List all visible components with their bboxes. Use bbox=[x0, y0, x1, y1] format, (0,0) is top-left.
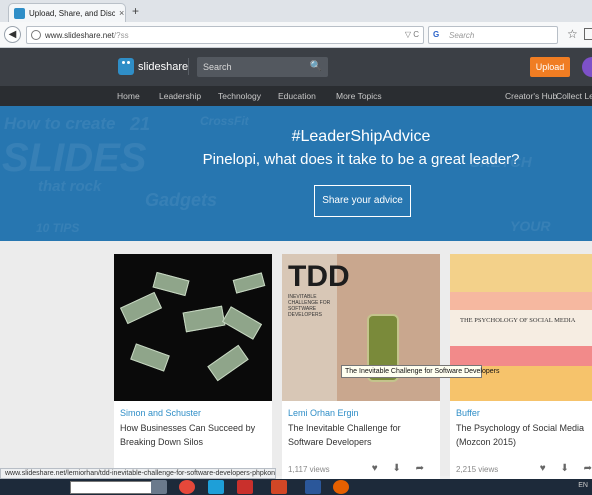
slideshare-favicon-icon bbox=[14, 7, 25, 19]
taskbar-search-input[interactable] bbox=[70, 481, 152, 494]
site-search-input[interactable]: Search 🔍 bbox=[197, 57, 328, 77]
hero-bg-word: CrossFit bbox=[200, 114, 249, 128]
hero-bg-word: YOUR bbox=[510, 218, 551, 234]
avatar[interactable] bbox=[582, 57, 592, 77]
reload-icon[interactable]: ▽ C bbox=[405, 30, 419, 39]
url-host: www.slideshare.net bbox=[45, 31, 114, 40]
card-views: 2,215 views bbox=[456, 465, 499, 474]
os-taskbar: EN bbox=[0, 479, 592, 495]
browser-tab-bar: Upload, Share, and Discove... × + bbox=[0, 0, 592, 22]
hero-bg-word: 10 TIPS bbox=[36, 221, 80, 235]
thumbnail-band bbox=[450, 346, 592, 366]
tray-language[interactable]: EN bbox=[578, 482, 588, 489]
card-thumbnail[interactable]: TDD INEVITABLE CHALLENGE FOR SOFTWARE DE… bbox=[282, 254, 440, 401]
card-thumbnail[interactable] bbox=[114, 254, 272, 401]
nav-item-leadership[interactable]: Leadership bbox=[159, 91, 201, 101]
browser-search-placeholder: Search bbox=[449, 31, 475, 40]
thumbnail-subtitle: INEVITABLE CHALLENGE FOR SOFTWARE DEVELO… bbox=[288, 294, 331, 318]
header-divider bbox=[188, 58, 189, 75]
search-icon[interactable]: 🔍 bbox=[310, 61, 322, 72]
card-action-icons[interactable]: ♥ ⬇ ➦ bbox=[540, 463, 592, 474]
presentation-card[interactable]: Simon and Schuster How Businesses Can Su… bbox=[114, 254, 272, 484]
bookmarks-icon[interactable] bbox=[584, 28, 592, 40]
browser-search-input[interactable]: G Search bbox=[428, 26, 558, 44]
hero-bg-word: Gadgets bbox=[145, 190, 218, 210]
hero-subtitle: Pinelopi, what does it take to be a grea… bbox=[202, 151, 520, 168]
share-advice-button[interactable]: Share your advice bbox=[314, 185, 411, 217]
site-search-placeholder: Search bbox=[203, 62, 232, 72]
thumbnail-title: TDD bbox=[288, 260, 350, 293]
money-bill-shape bbox=[130, 343, 170, 372]
nav-item-home[interactable]: Home bbox=[117, 91, 140, 101]
globe-icon bbox=[31, 30, 41, 40]
card-title[interactable]: The Inevitable Challenge for Software De… bbox=[288, 422, 438, 449]
slideshare-logo-icon[interactable] bbox=[118, 58, 134, 75]
thumbnail-band bbox=[450, 292, 592, 310]
powerpoint-icon[interactable] bbox=[271, 480, 287, 494]
browser-nav-bar: ◀ www.slideshare.net/?ss ▽ C G Search ☆ bbox=[0, 22, 592, 48]
nav-item-collect-leads[interactable]: Collect Leads bbox=[556, 91, 592, 101]
card-author[interactable]: Simon and Schuster bbox=[120, 408, 201, 418]
skype-icon[interactable] bbox=[208, 480, 224, 494]
new-tab-button[interactable]: + bbox=[132, 4, 139, 18]
card-title[interactable]: The Psychology of Social Media (Mozcon 2… bbox=[456, 422, 592, 449]
card-title[interactable]: How Businesses Can Succeed by Breaking D… bbox=[120, 422, 270, 449]
nav-item-creators-hub[interactable]: Creator's Hub bbox=[505, 91, 557, 101]
nav-item-education[interactable]: Education bbox=[278, 91, 316, 101]
hero-title: #LeaderShipAdvice bbox=[291, 128, 431, 145]
money-bill-shape bbox=[152, 271, 190, 297]
upload-button[interactable]: Upload bbox=[530, 57, 570, 77]
card-author[interactable]: Buffer bbox=[456, 408, 480, 418]
hero-bg-word: that rock bbox=[38, 178, 102, 195]
thumbnail-title: THE PSYCHOLOGY OF SOCIAL MEDIA bbox=[460, 317, 576, 324]
nav-item-technology[interactable]: Technology bbox=[218, 91, 261, 101]
card-thumbnail[interactable]: THE PSYCHOLOGY OF SOCIAL MEDIA bbox=[450, 254, 592, 401]
acrobat-icon[interactable] bbox=[237, 480, 253, 494]
site-logo-text[interactable]: slideshare bbox=[138, 61, 188, 73]
file-explorer-icon[interactable] bbox=[151, 480, 167, 494]
card-action-icons[interactable]: ♥ ⬇ ➦ bbox=[372, 463, 430, 474]
word-icon[interactable] bbox=[305, 480, 321, 494]
status-bar-url: www.slideshare.net/lemiorhan/tdd-inevita… bbox=[0, 468, 276, 479]
money-bill-shape bbox=[232, 272, 266, 294]
browser-tab[interactable]: Upload, Share, and Discove... × bbox=[8, 3, 126, 22]
money-bill-shape bbox=[221, 306, 263, 340]
card-grid: Simon and Schuster How Businesses Can Su… bbox=[0, 241, 592, 484]
thumbnail-band bbox=[450, 254, 592, 292]
money-bill-shape bbox=[119, 291, 163, 325]
tab-close-icon[interactable]: × bbox=[119, 8, 124, 18]
tooltip: The Inevitable Challenge for Software De… bbox=[341, 365, 499, 378]
hero-banner: How to create SLIDES that rock Gadgets Y… bbox=[0, 106, 592, 241]
nav-item-more-topics[interactable]: More Topics bbox=[336, 91, 382, 101]
money-bill-shape bbox=[182, 305, 226, 333]
url-bar[interactable]: www.slideshare.net/?ss ▽ C bbox=[26, 26, 424, 44]
firefox-icon[interactable] bbox=[333, 480, 349, 494]
url-text: www.slideshare.net/?ss bbox=[45, 31, 129, 40]
back-button[interactable]: ◀ bbox=[4, 26, 21, 43]
site-header: slideshare Search 🔍 Upload bbox=[0, 48, 592, 86]
tab-title: Upload, Share, and Discove... bbox=[29, 8, 115, 18]
url-path: /?ss bbox=[113, 31, 129, 40]
card-views: 1,117 views bbox=[288, 465, 330, 474]
card-author[interactable]: Lemi Orhan Ergin bbox=[288, 408, 359, 418]
money-bill-shape bbox=[207, 344, 249, 382]
chrome-icon[interactable] bbox=[179, 480, 195, 494]
search-engine-icon: G bbox=[433, 30, 440, 39]
topic-nav: Home Leadership Technology Education Mor… bbox=[0, 86, 592, 106]
bookmark-star-icon[interactable]: ☆ bbox=[567, 27, 578, 41]
